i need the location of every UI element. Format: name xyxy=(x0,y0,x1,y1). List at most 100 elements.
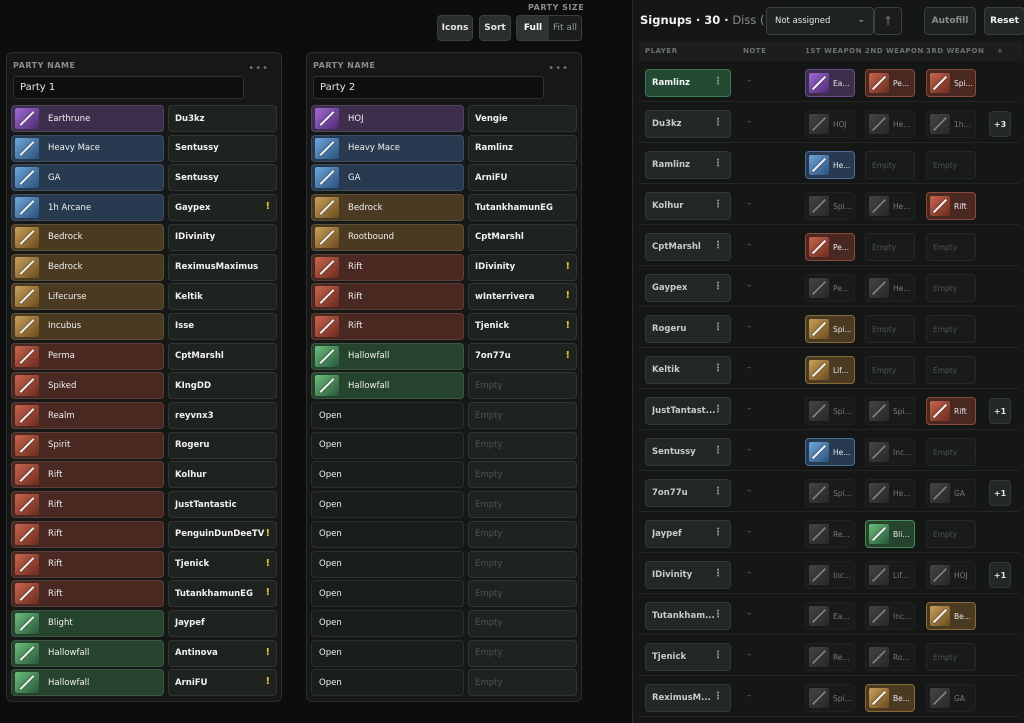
player-slot[interactable]: Empty xyxy=(468,550,577,578)
weapon-slot[interactable]: Rift xyxy=(11,520,164,548)
weapon-slot[interactable]: Open xyxy=(311,609,464,637)
player-slot[interactable]: Kolhur xyxy=(168,461,277,489)
signup-weapon-1[interactable]: He... xyxy=(805,151,855,179)
signup-player-chip[interactable]: JustTantast... ⋮ xyxy=(645,397,731,425)
party-name-input[interactable] xyxy=(13,76,244,99)
player-slot[interactable]: wInterrivera! xyxy=(468,283,577,311)
player-slot[interactable]: TutankhamunEG xyxy=(468,194,577,222)
signup-player-chip[interactable]: IDivinity ⋮ xyxy=(645,561,731,589)
signup-weapon-1[interactable]: He... xyxy=(805,438,855,466)
player-slot[interactable]: Empty xyxy=(468,609,577,637)
signup-weapon-1[interactable]: HOJ xyxy=(805,110,855,138)
player-slot[interactable]: Antinova! xyxy=(168,639,277,667)
signup-weapon-2[interactable]: He... xyxy=(865,479,915,507)
kebab-menu-icon[interactable]: ⋮ xyxy=(713,528,723,538)
signup-player-chip[interactable]: Ramlinz ⋮ xyxy=(645,69,731,97)
signup-weapon-2[interactable]: Ro... xyxy=(865,643,915,671)
signup-weapon-3[interactable]: Spi... xyxy=(926,69,976,97)
player-slot[interactable]: Empty xyxy=(468,639,577,667)
player-slot[interactable]: CptMarshl xyxy=(468,223,577,251)
weapon-slot[interactable]: Open xyxy=(311,402,464,429)
more-options-icon[interactable]: ••• xyxy=(248,63,269,74)
signup-weapon-1[interactable]: Spi... xyxy=(805,192,855,220)
weapon-slot[interactable]: 1h Arcane xyxy=(11,194,164,222)
weapon-slot[interactable]: Incubus xyxy=(11,312,164,340)
weapon-slot[interactable]: Rift xyxy=(11,461,164,489)
signup-weapon-2[interactable]: Inc... xyxy=(865,438,915,466)
signup-player-chip[interactable]: Rogeru ⋮ xyxy=(645,315,731,343)
weapon-slot[interactable]: Open xyxy=(311,550,464,578)
signup-player-chip[interactable]: Tjenick ⋮ xyxy=(645,643,731,671)
weapon-slot[interactable]: GA xyxy=(11,164,164,192)
kebab-menu-icon[interactable]: ⋮ xyxy=(713,118,723,128)
player-slot[interactable]: Empty xyxy=(468,402,577,429)
player-slot[interactable]: Tjenick! xyxy=(168,550,277,578)
kebab-menu-icon[interactable]: ⋮ xyxy=(713,159,723,169)
weapon-slot[interactable]: Spirit xyxy=(11,431,164,459)
signup-weapon-2[interactable]: Spi... xyxy=(865,397,915,425)
player-slot[interactable]: Empty xyxy=(468,580,577,608)
kebab-menu-icon[interactable]: ⋮ xyxy=(713,241,723,251)
full-size-option[interactable]: Full xyxy=(517,16,549,40)
weapon-slot[interactable]: Hallowfall xyxy=(311,372,464,400)
weapon-slot[interactable]: Open xyxy=(311,520,464,548)
weapon-slot[interactable]: Rootbound xyxy=(311,223,464,251)
player-slot[interactable]: 7on77u! xyxy=(468,342,577,370)
player-slot[interactable]: TutankhamunEG! xyxy=(168,580,277,608)
signup-weapon-3[interactable]: Empty xyxy=(926,438,976,466)
player-slot[interactable]: ArniFU! xyxy=(168,669,277,697)
signup-weapon-3[interactable]: 1h... xyxy=(926,110,976,138)
signup-weapon-1[interactable]: Pe... xyxy=(805,274,855,302)
signup-weapon-3[interactable]: Rift xyxy=(926,397,976,425)
signup-weapon-3[interactable]: Empty xyxy=(926,315,976,343)
weapon-slot[interactable]: Hallowfall xyxy=(311,342,464,370)
fit-all-option[interactable]: Fit all xyxy=(549,16,581,40)
reset-button[interactable]: Reset xyxy=(984,7,1024,35)
signup-player-chip[interactable]: ReximusM... ⋮ xyxy=(645,684,731,712)
player-slot[interactable]: Jaypef xyxy=(168,609,277,637)
weapon-slot[interactable]: Open xyxy=(311,580,464,608)
player-slot[interactable]: ReximusMaximus xyxy=(168,253,277,281)
player-slot[interactable]: PenguinDunDeeTV! xyxy=(168,520,277,548)
player-slot[interactable]: Empty xyxy=(468,520,577,548)
player-slot[interactable]: ArniFU xyxy=(468,164,577,192)
signup-player-chip[interactable]: 7on77u ⋮ xyxy=(645,479,731,507)
player-slot[interactable]: Empty xyxy=(468,461,577,489)
signup-weapon-1[interactable]: Ea... xyxy=(805,69,855,97)
weapon-slot[interactable]: Lifecurse xyxy=(11,283,164,311)
weapon-slot[interactable]: Open xyxy=(311,669,464,697)
kebab-menu-icon[interactable]: ⋮ xyxy=(713,200,723,210)
weapon-slot[interactable]: Hallowfall xyxy=(11,669,164,697)
weapon-slot[interactable]: Heavy Mace xyxy=(311,134,464,162)
signup-weapon-3[interactable]: Empty xyxy=(926,233,976,261)
column-player[interactable]: PLAYER xyxy=(645,47,678,55)
weapon-slot[interactable]: Bedrock xyxy=(311,194,464,222)
more-weapons-badge[interactable]: +3 xyxy=(989,111,1011,137)
assignment-filter-select[interactable]: Not assigned ⌄ xyxy=(766,7,874,35)
kebab-menu-icon[interactable]: ⋮ xyxy=(713,77,723,87)
player-slot[interactable]: Empty xyxy=(468,669,577,697)
player-slot[interactable]: Ramlinz xyxy=(468,134,577,162)
column-1st-weapon[interactable]: 1ST WEAPON xyxy=(805,47,863,55)
kebab-menu-icon[interactable]: ⋮ xyxy=(713,323,723,333)
weapon-slot[interactable]: Spiked xyxy=(11,372,164,400)
player-slot[interactable]: Sentussy xyxy=(168,164,277,192)
weapon-slot[interactable]: Rift xyxy=(11,550,164,578)
signup-weapon-1[interactable]: Spi... xyxy=(805,479,855,507)
weapon-slot[interactable]: Open xyxy=(311,639,464,667)
signup-weapon-3[interactable]: GA xyxy=(926,684,976,712)
weapon-slot[interactable]: HOJ xyxy=(311,105,464,132)
weapon-slot[interactable]: Realm xyxy=(11,402,164,429)
signup-weapon-3[interactable]: HOJ xyxy=(926,561,976,589)
weapon-slot[interactable]: Blight xyxy=(11,609,164,637)
signup-weapon-2[interactable]: Be... xyxy=(865,684,915,712)
column-note[interactable]: NOTE xyxy=(743,47,766,55)
kebab-menu-icon[interactable]: ⋮ xyxy=(713,282,723,292)
weapon-slot[interactable]: Bedrock xyxy=(11,253,164,281)
player-slot[interactable]: Isse xyxy=(168,312,277,340)
signup-weapon-2[interactable]: Pe... xyxy=(865,69,915,97)
signup-weapon-1[interactable]: Spi... xyxy=(805,684,855,712)
signup-weapon-1[interactable]: Ea... xyxy=(805,602,855,630)
signup-player-chip[interactable]: CptMarshl ⋮ xyxy=(645,233,731,261)
player-slot[interactable]: Vengie xyxy=(468,105,577,132)
